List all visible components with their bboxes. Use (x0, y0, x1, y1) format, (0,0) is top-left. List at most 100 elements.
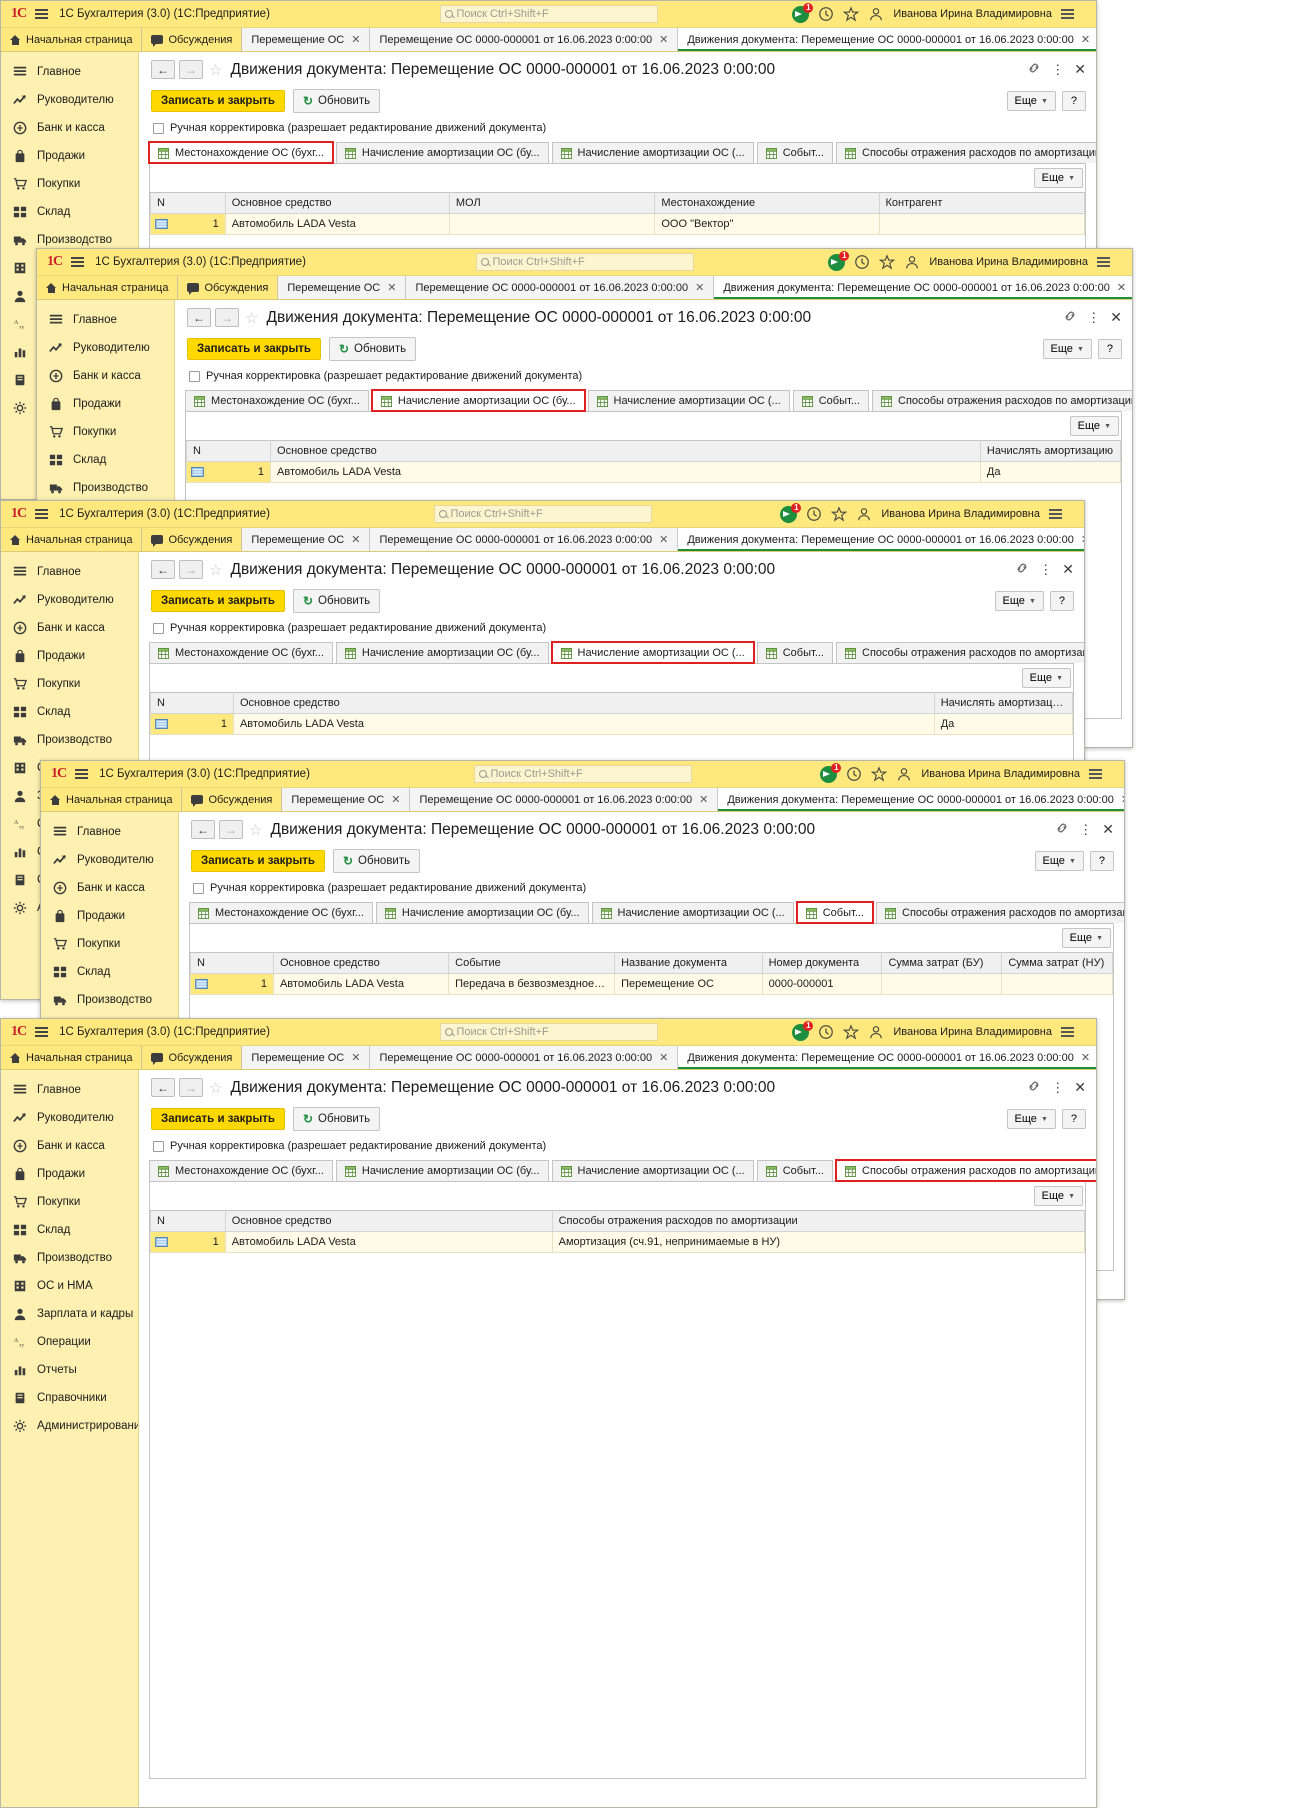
history-clock-icon[interactable] (818, 1024, 834, 1040)
sidebar-item-2[interactable]: Руководителю (1, 86, 138, 114)
window-tab-5[interactable]: Движения документа: Перемещение ОС 0000-… (678, 1046, 1096, 1069)
sidebar-item-4[interactable]: Продажи (37, 390, 174, 418)
link-icon[interactable] (1027, 1079, 1041, 1096)
manual-correction-checkbox[interactable] (153, 1140, 164, 1152)
register-tab-5[interactable]: Способы отражения расходов по амортизаци… (834, 1159, 1096, 1182)
window-tab-5[interactable]: Движения документа: Перемещение ОС 0000-… (718, 788, 1124, 811)
sidebar-item-4[interactable]: Продажи (41, 902, 178, 930)
table-row[interactable]: 1 Автомобиль LADA Vesta Да (150, 713, 1074, 735)
sidebar-item-8[interactable]: ОС и НМА (1, 1272, 138, 1300)
close-tab-icon[interactable]: ✕ (1121, 793, 1124, 806)
back-button[interactable]: ← (187, 308, 211, 327)
notification-megaphone-icon[interactable]: 1 (820, 762, 842, 783)
table-row[interactable]: 1 Автомобиль LADA Vesta Да (185, 461, 1122, 483)
register-tab-3[interactable]: Начисление амортизации ОС (... (550, 641, 755, 664)
sidebar-item-3[interactable]: Банк и касса (1, 614, 138, 642)
window-5[interactable]: 1C 1С Бухгалтерия (3.0) (1С:Предприятие) П… (0, 1018, 1097, 1808)
refresh-button[interactable]: ↻ Обновить (328, 337, 417, 361)
user-icon[interactable] (868, 6, 884, 22)
sidebar-item-5[interactable]: Покупки (37, 418, 174, 446)
manual-correction-row[interactable]: Ручная корректировка (разрешает редактир… (149, 1131, 1086, 1152)
table-row[interactable]: 1 Автомобиль LADA Vesta ООО "Вектор" (150, 213, 1085, 235)
window-tab-3[interactable]: Перемещение ОС ✕ (278, 276, 407, 299)
burger-menu-icon[interactable] (35, 509, 49, 519)
notification-megaphone-icon[interactable]: 1 (792, 1020, 814, 1041)
sidebar-item-6[interactable]: Склад (41, 958, 178, 986)
register-tab-1[interactable]: Местонахождение ОС (бухг... (185, 390, 369, 411)
manual-correction-checkbox[interactable] (193, 882, 204, 894)
sidebar-item-13[interactable]: Администрирование (1, 1412, 138, 1440)
window-tab-2[interactable]: Обсуждения (178, 276, 279, 299)
window-tab-5[interactable]: Движения документа: Перемещение ОС 0000-… (678, 528, 1084, 551)
favorite-star-icon[interactable]: ☆ (209, 1079, 222, 1097)
sidebar-item-5[interactable]: Покупки (1, 1188, 138, 1216)
manual-correction-row[interactable]: Ручная корректировка (разрешает редактир… (185, 361, 1122, 382)
burger-menu-icon[interactable] (75, 769, 89, 779)
sidebar-item-7[interactable]: Производство (41, 986, 178, 1014)
help-button[interactable]: ? (1089, 851, 1114, 871)
window-tab-5[interactable]: Движения документа: Перемещение ОС 0000-… (714, 276, 1132, 299)
more-menu-icon[interactable]: ⋮ (1079, 822, 1092, 838)
manual-correction-checkbox[interactable] (189, 370, 200, 382)
notification-megaphone-icon[interactable]: 1 (780, 502, 802, 523)
favorite-star-icon[interactable]: ☆ (209, 61, 222, 79)
sidebar-item-1[interactable]: Главное (1, 58, 138, 86)
register-tab-4[interactable]: Событ... (756, 1160, 833, 1181)
register-tab-1[interactable]: Местонахождение ОС (бухг... (149, 642, 333, 663)
sidebar-item-7[interactable]: Производство (37, 474, 174, 502)
register-tab-1[interactable]: Местонахождение ОС (бухг... (149, 1160, 333, 1181)
sidebar-item-3[interactable]: Банк и касса (37, 362, 174, 390)
window-tab-4[interactable]: Перемещение ОС 0000-000001 от 16.06.2023… (410, 788, 719, 811)
main-menu-icon[interactable] (1089, 769, 1103, 779)
window-tab-3[interactable]: Перемещение ОС ✕ (242, 28, 371, 51)
sidebar-item-1[interactable]: Главное (1, 1076, 138, 1104)
forward-button[interactable]: → (179, 560, 203, 579)
close-tab-icon[interactable]: ✕ (659, 533, 668, 546)
burger-menu-icon[interactable] (71, 257, 85, 267)
close-tab-icon[interactable]: ✕ (695, 281, 704, 294)
refresh-button[interactable]: ↻ Обновить (292, 89, 381, 113)
close-tab-icon[interactable]: ✕ (659, 1051, 668, 1064)
more-button[interactable]: Еще ▼ (1042, 339, 1092, 359)
register-tab-4[interactable]: Событ... (756, 142, 833, 163)
close-tab-icon[interactable]: ✕ (387, 281, 396, 294)
user-icon[interactable] (856, 506, 872, 522)
back-button[interactable]: ← (151, 60, 175, 79)
close-tab-icon[interactable]: ✕ (1117, 281, 1126, 294)
search-input[interactable]: Поиск Ctrl+Shift+F (433, 505, 652, 523)
window-tab-1[interactable]: Начальная страница (1, 1046, 143, 1069)
window-tab-3[interactable]: Перемещение ОС ✕ (242, 528, 371, 551)
user-icon[interactable] (904, 254, 920, 270)
user-icon[interactable] (896, 766, 912, 782)
sidebar-item-6[interactable]: Склад (37, 446, 174, 474)
sidebar-item-6[interactable]: Склад (1, 198, 138, 226)
sidebar-item-4[interactable]: Продажи (1, 142, 138, 170)
manual-correction-row[interactable]: Ручная корректировка (разрешает редактир… (189, 873, 1114, 894)
favorites-star-icon[interactable] (830, 506, 848, 522)
register-tab-1[interactable]: Местонахождение ОС (бухг... (148, 141, 334, 164)
table-more-button[interactable]: Еще ▼ (1061, 928, 1111, 948)
help-button[interactable]: ? (1061, 1109, 1086, 1129)
table-more-button[interactable]: Еще ▼ (1069, 416, 1119, 436)
refresh-button[interactable]: ↻ Обновить (292, 589, 381, 613)
window-tab-1[interactable]: Начальная страница (1, 28, 143, 51)
more-menu-icon[interactable]: ⋮ (1087, 310, 1100, 326)
table-row[interactable]: 1 Автомобиль LADA Vesta Амортизация (сч.91… (150, 1231, 1086, 1253)
refresh-button[interactable]: ↻ Обновить (332, 849, 421, 873)
close-tab-icon[interactable]: ✕ (351, 533, 360, 546)
window-tab-2[interactable]: Обсуждения (142, 28, 243, 51)
sidebar-item-4[interactable]: Продажи (1, 1160, 138, 1188)
history-clock-icon[interactable] (806, 506, 822, 522)
close-form-icon[interactable]: ✕ (1074, 1079, 1086, 1096)
favorite-star-icon[interactable]: ☆ (245, 309, 258, 327)
back-button[interactable]: ← (151, 1078, 175, 1097)
window-tab-2[interactable]: Обсуждения (142, 1046, 243, 1069)
close-form-icon[interactable]: ✕ (1074, 61, 1086, 78)
search-input[interactable]: Поиск Ctrl+Shift+F (439, 5, 658, 23)
close-tab-icon[interactable]: ✕ (351, 1051, 360, 1064)
register-tab-3[interactable]: Начисление амортизации ОС (... (587, 390, 790, 411)
favorite-star-icon[interactable]: ☆ (209, 561, 222, 579)
forward-button[interactable]: → (179, 60, 203, 79)
register-tab-2[interactable]: Начисление амортизации ОС (бу... (335, 142, 549, 163)
sidebar-item-3[interactable]: Банк и касса (1, 1132, 138, 1160)
